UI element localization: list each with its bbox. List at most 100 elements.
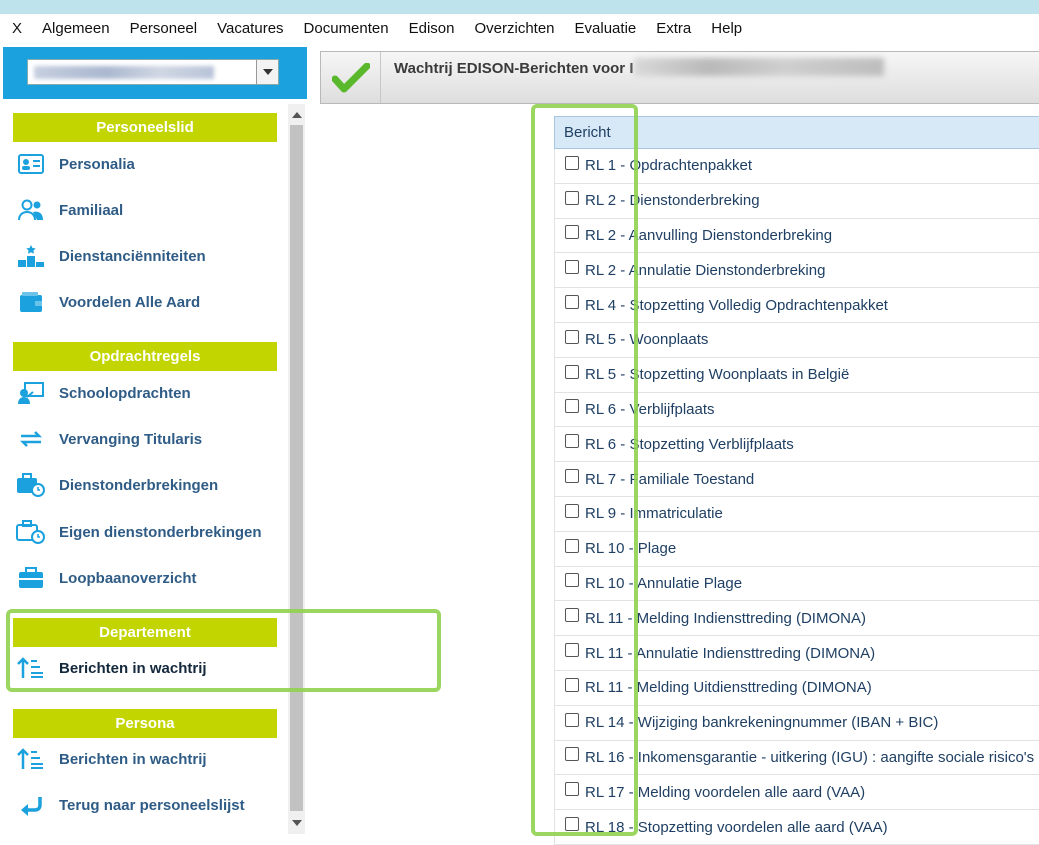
sidebar-item-label: Dienstonderbrekingen xyxy=(59,476,219,494)
sidebar-item-label: Personalia xyxy=(59,155,135,173)
row-checkbox[interactable] xyxy=(565,364,579,379)
table-row[interactable]: RL 9 - Immatriculatie xyxy=(554,496,1039,532)
menu-extra[interactable]: Extra xyxy=(646,20,701,37)
menu-vacatures[interactable]: Vacatures xyxy=(207,20,293,37)
row-label: RL 17 - Melding voordelen alle aard (VAA… xyxy=(585,783,866,801)
sidebar-item-familiaal[interactable]: Familiaal xyxy=(16,195,286,225)
table-row[interactable]: RL 17 - Melding voordelen alle aard (VAA… xyxy=(554,775,1039,811)
swap-icon xyxy=(16,426,46,452)
sidebar-item-loopbaanoverzicht[interactable]: Loopbaanoverzicht xyxy=(16,563,286,593)
row-checkbox[interactable] xyxy=(565,295,579,310)
section-personeelslid: Personeelslid xyxy=(13,113,277,142)
column-header-bericht[interactable]: Bericht xyxy=(554,116,1039,149)
row-checkbox[interactable] xyxy=(565,712,579,727)
wallet-icon xyxy=(16,289,46,315)
menu-personeel[interactable]: Personeel xyxy=(120,20,208,37)
table-row[interactable]: RL 2 - Aanvulling Dienstonderbreking xyxy=(554,218,1039,254)
sidebar-item-departement-berichten-in-wachtrij[interactable]: Berichten in wachtrij xyxy=(16,653,286,683)
chevron-down-icon[interactable] xyxy=(256,60,278,84)
table-row[interactable]: RL 6 - Verblijfplaats xyxy=(554,392,1039,428)
sidebar-item-label: Berichten in wachtrij xyxy=(59,659,207,677)
table-row[interactable]: RL 2 - Dienstonderbreking xyxy=(554,183,1039,219)
table-row[interactable]: RL 18 - Stopzetting voordelen alle aard … xyxy=(554,810,1039,845)
menu-documenten[interactable]: Documenten xyxy=(294,20,399,37)
row-checkbox[interactable] xyxy=(565,329,579,344)
row-label: RL 14 - Wijziging bankrekeningnummer (IB… xyxy=(585,714,939,732)
row-label: RL 6 - Verblijfplaats xyxy=(585,400,715,418)
row-checkbox[interactable] xyxy=(565,573,579,588)
row-label: RL 9 - Immatriculatie xyxy=(585,505,723,523)
row-checkbox[interactable] xyxy=(565,469,579,484)
row-label: RL 4 - Stopzetting Volledig Opdrachtenpa… xyxy=(585,296,888,314)
table-row[interactable]: RL 11 - Melding Indiensttreding (DIMONA) xyxy=(554,601,1039,637)
menu-algemeen[interactable]: Algemeen xyxy=(32,20,120,37)
row-label: RL 16 - Inkomensgarantie - uitkering (IG… xyxy=(585,748,1039,766)
sidebar-item-persona-berichten-in-wachtrij[interactable]: Berichten in wachtrij xyxy=(16,744,286,774)
table-row[interactable]: RL 1 - Opdrachtenpakket xyxy=(554,149,1039,184)
sidebar-item-eigen-dienstonderbrekingen[interactable]: Eigen dienstonderbrekingen xyxy=(16,517,286,547)
table-row[interactable]: RL 7 - Familiale Toestand xyxy=(554,462,1039,497)
sidebar-item-dienstonderbrekingen[interactable]: Dienstonderbrekingen xyxy=(16,470,286,500)
sort-list-icon xyxy=(16,655,46,681)
sidebar-item-terug-naar-personeelslijst[interactable]: Terug naar personeelslijst xyxy=(16,790,286,820)
scroll-down-icon[interactable] xyxy=(292,820,302,826)
confirm-button[interactable] xyxy=(321,52,381,103)
row-checkbox[interactable] xyxy=(565,503,579,518)
row-checkbox[interactable] xyxy=(565,643,579,658)
sidebar-item-dienstancienniteiten[interactable]: Dienstanciënniteiten xyxy=(16,241,286,271)
menu-edison[interactable]: Edison xyxy=(399,20,465,37)
sidebar-item-label: Loopbaanoverzicht xyxy=(59,569,197,587)
table-row[interactable]: RL 5 - Woonplaats xyxy=(554,322,1039,358)
sort-list-icon xyxy=(16,746,46,772)
podium-icon xyxy=(16,243,46,269)
sidebar-item-label: Voordelen Alle Aard xyxy=(59,293,201,311)
menu-help[interactable]: Help xyxy=(701,20,752,37)
back-arrow-icon xyxy=(16,792,46,818)
section-opdrachtregels: Opdrachtregels xyxy=(13,342,277,371)
sidebar-item-personalia[interactable]: Personalia xyxy=(16,149,286,179)
checkmark-icon xyxy=(331,62,370,92)
row-checkbox[interactable] xyxy=(565,399,579,414)
row-checkbox[interactable] xyxy=(565,677,579,692)
table-row[interactable]: RL 14 - Wijziging bankrekeningnummer (IB… xyxy=(554,705,1039,741)
table-row[interactable]: RL 16 - Inkomensgarantie - uitkering (IG… xyxy=(554,740,1039,776)
table-row[interactable]: RL 10 - Plage xyxy=(554,531,1039,567)
sidebar-item-voordelen-alle-aard[interactable]: Voordelen Alle Aard xyxy=(16,287,286,317)
table-row[interactable]: RL 4 - Stopzetting Volledig Opdrachtenpa… xyxy=(554,288,1039,323)
sidebar-item-vervanging-titularis[interactable]: Vervanging Titularis xyxy=(16,424,286,454)
scrollbar-thumb[interactable] xyxy=(290,125,303,811)
sidebar-item-schoolopdrachten[interactable]: Schoolopdrachten xyxy=(16,378,286,408)
sidebar-item-label: Eigen dienstonderbrekingen xyxy=(59,523,262,541)
row-checkbox[interactable] xyxy=(565,434,579,449)
table-row[interactable]: RL 11 - Annulatie Indiensttreding (DIMON… xyxy=(554,636,1039,671)
table-row[interactable]: RL 6 - Stopzetting Verblijfplaats xyxy=(554,427,1039,463)
briefcase-clock-icon xyxy=(16,472,46,498)
toolbar: Wachtrij EDISON-Berichten voor I xyxy=(320,51,1039,104)
id-card-icon xyxy=(16,151,46,177)
briefcase-icon xyxy=(16,565,46,591)
table-row[interactable]: RL 11 - Melding Uitdiensttreding (DIMONA… xyxy=(554,670,1039,706)
row-checkbox[interactable] xyxy=(565,538,579,553)
menu-close[interactable]: X xyxy=(0,20,32,37)
menu-overzichten[interactable]: Overzichten xyxy=(464,20,564,37)
row-checkbox[interactable] xyxy=(565,260,579,275)
sidebar-scrollbar[interactable] xyxy=(288,104,305,834)
redacted-title-name xyxy=(634,58,884,76)
row-label: RL 5 - Woonplaats xyxy=(585,331,709,349)
row-checkbox[interactable] xyxy=(565,190,579,205)
sidebar-item-label: Terug naar personeelslijst xyxy=(59,796,245,814)
row-checkbox[interactable] xyxy=(565,225,579,240)
row-checkbox[interactable] xyxy=(565,155,579,170)
table-row[interactable]: RL 2 - Annulatie Dienstonderbreking xyxy=(554,253,1039,289)
row-checkbox[interactable] xyxy=(565,817,579,832)
scroll-up-icon[interactable] xyxy=(292,112,302,118)
row-label: RL 11 - Melding Indiensttreding (DIMONA) xyxy=(585,609,866,627)
row-checkbox[interactable] xyxy=(565,782,579,797)
menu-evaluatie[interactable]: Evaluatie xyxy=(565,20,647,37)
table-row[interactable]: RL 5 - Stopzetting Woonplaats in België xyxy=(554,357,1039,393)
row-label: RL 6 - Stopzetting Verblijfplaats xyxy=(585,435,794,453)
row-checkbox[interactable] xyxy=(565,608,579,623)
staff-select[interactable] xyxy=(27,59,279,85)
row-checkbox[interactable] xyxy=(565,747,579,762)
table-row[interactable]: RL 10 - Annulatie Plage xyxy=(554,566,1039,602)
